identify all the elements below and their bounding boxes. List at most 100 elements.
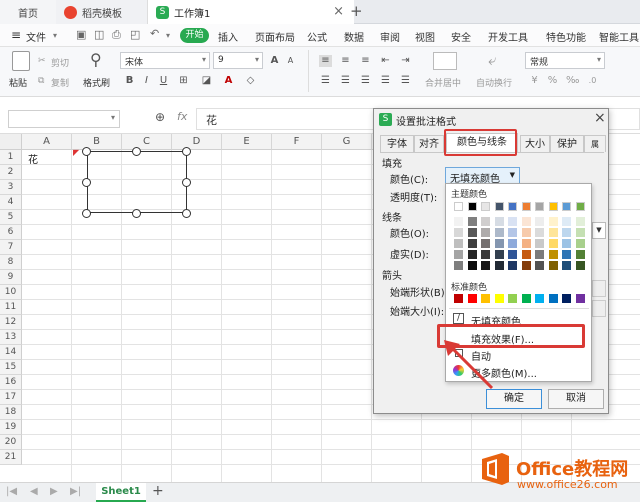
- column-header-f[interactable]: F: [272, 134, 322, 150]
- align-middle-icon[interactable]: ≡: [339, 55, 352, 67]
- tab-protection[interactable]: 保护: [550, 135, 584, 152]
- theme-shade-swatch[interactable]: [454, 228, 463, 237]
- theme-shade-swatch[interactable]: [548, 261, 558, 270]
- export-icon[interactable]: ◫: [94, 28, 104, 41]
- theme-shade-swatch[interactable]: [575, 250, 585, 259]
- row-header-11[interactable]: 11: [0, 300, 22, 315]
- row-header-3[interactable]: 3: [0, 180, 22, 195]
- font-size-select[interactable]: 9 ▾: [213, 52, 263, 69]
- font-grow-icon[interactable]: A: [268, 55, 281, 67]
- bold-icon[interactable]: B: [123, 75, 136, 87]
- row-header-13[interactable]: 13: [0, 330, 22, 345]
- new-tab-button[interactable]: +: [350, 2, 363, 20]
- menu-developer-tools[interactable]: 开发工具: [488, 29, 528, 44]
- row-header-20[interactable]: 20: [0, 435, 22, 450]
- theme-shade-swatch[interactable]: [481, 217, 490, 226]
- format-painter-icon[interactable]: ⚲: [90, 50, 102, 69]
- add-sheet-button[interactable]: +: [152, 483, 164, 499]
- theme-shade-swatch[interactable]: [508, 239, 517, 248]
- standard-color-swatch[interactable]: [467, 294, 477, 303]
- row-header-18[interactable]: 18: [0, 405, 22, 420]
- theme-shade-swatch[interactable]: [481, 228, 490, 237]
- align-top-icon[interactable]: ≡: [319, 55, 332, 67]
- tab-size[interactable]: 大小: [520, 135, 550, 152]
- select-all-corner[interactable]: [0, 134, 22, 150]
- dialog-close-icon[interactable]: ×: [594, 110, 606, 126]
- tab-home[interactable]: 首页: [0, 0, 56, 24]
- format-painter-label[interactable]: 格式刷: [83, 76, 110, 89]
- standard-color-swatch[interactable]: [575, 294, 585, 303]
- standard-color-swatch[interactable]: [494, 294, 504, 303]
- theme-shade-swatch[interactable]: [467, 261, 477, 270]
- standard-color-swatch[interactable]: [454, 294, 463, 303]
- theme-shade-swatch[interactable]: [535, 217, 544, 226]
- theme-shade-swatch[interactable]: [454, 261, 463, 270]
- border-icon[interactable]: ⊞: [177, 75, 190, 87]
- font-name-select[interactable]: 宋体 ▾: [120, 52, 210, 69]
- column-header-a[interactable]: A: [22, 134, 72, 150]
- theme-shade-swatch[interactable]: [521, 228, 531, 237]
- zoom-icon[interactable]: ⊕: [155, 110, 165, 124]
- row-header-16[interactable]: 16: [0, 375, 22, 390]
- theme-shade-swatch[interactable]: [575, 217, 585, 226]
- theme-shade-swatch[interactable]: [481, 239, 490, 248]
- row-header-9[interactable]: 9: [0, 270, 22, 285]
- theme-shade-swatch[interactable]: [548, 228, 558, 237]
- eraser-icon[interactable]: ◇: [244, 75, 257, 87]
- theme-shade-swatch[interactable]: [521, 239, 531, 248]
- theme-shade-swatch[interactable]: [562, 217, 571, 226]
- begin-size-select[interactable]: [592, 300, 606, 317]
- standard-color-swatch[interactable]: [481, 294, 490, 303]
- cell-a1[interactable]: 花: [28, 151, 38, 166]
- tab-alignment[interactable]: 对齐: [414, 135, 444, 152]
- row-header-7[interactable]: 7: [0, 240, 22, 255]
- indent-decrease-icon[interactable]: ⇤: [379, 55, 392, 67]
- align-left-icon[interactable]: ☰: [319, 75, 332, 87]
- cut-icon[interactable]: ✂: [38, 56, 46, 66]
- column-header-b[interactable]: B: [72, 134, 122, 150]
- tab-template[interactable]: 稻壳模板: [56, 0, 148, 24]
- theme-color-swatch[interactable]: [575, 202, 585, 211]
- theme-shade-swatch[interactable]: [467, 239, 477, 248]
- standard-color-swatch[interactable]: [508, 294, 517, 303]
- menu-smart-tools[interactable]: 智能工具: [599, 29, 639, 44]
- theme-shade-swatch[interactable]: [575, 239, 585, 248]
- row-header-15[interactable]: 15: [0, 360, 22, 375]
- theme-color-swatch[interactable]: [494, 202, 504, 211]
- resize-handle-icon[interactable]: [182, 209, 191, 218]
- theme-shade-swatch[interactable]: [575, 228, 585, 237]
- row-header-17[interactable]: 17: [0, 390, 22, 405]
- column-header-e[interactable]: E: [222, 134, 272, 150]
- number-format-select[interactable]: 常规 ▾: [525, 52, 605, 69]
- menu-special-features[interactable]: 特色功能: [546, 29, 586, 44]
- row-header-14[interactable]: 14: [0, 345, 22, 360]
- theme-shade-swatch[interactable]: [548, 250, 558, 259]
- undo-icon[interactable]: ↶: [150, 27, 159, 40]
- theme-color-swatch[interactable]: [454, 202, 463, 211]
- theme-color-swatch[interactable]: [562, 202, 571, 211]
- resize-handle-icon[interactable]: [182, 147, 191, 156]
- theme-color-swatch[interactable]: [481, 202, 490, 211]
- theme-shade-swatch[interactable]: [508, 261, 517, 270]
- theme-color-swatch[interactable]: [467, 202, 477, 211]
- theme-color-swatch[interactable]: [548, 202, 558, 211]
- theme-shade-swatch[interactable]: [494, 261, 504, 270]
- sheet-tab-sheet1[interactable]: Sheet1: [96, 483, 146, 502]
- underline-icon[interactable]: U: [157, 75, 170, 87]
- theme-shade-swatch[interactable]: [494, 228, 504, 237]
- theme-shade-swatch[interactable]: [562, 250, 571, 259]
- line-color-select[interactable]: ▼: [592, 222, 606, 239]
- menu-data[interactable]: 数据: [344, 29, 364, 44]
- theme-shade-swatch[interactable]: [454, 239, 463, 248]
- undo-dropdown-icon[interactable]: ▾: [166, 31, 170, 40]
- resize-handle-icon[interactable]: [182, 178, 191, 187]
- theme-shade-swatch[interactable]: [508, 228, 517, 237]
- theme-shade-swatch[interactable]: [481, 261, 490, 270]
- resize-handle-icon[interactable]: [82, 147, 91, 156]
- theme-shade-swatch[interactable]: [535, 228, 544, 237]
- function-icon[interactable]: fx: [177, 110, 187, 123]
- menu-insert[interactable]: 插入: [218, 29, 238, 44]
- theme-shade-swatch[interactable]: [562, 228, 571, 237]
- theme-shade-swatch[interactable]: [494, 239, 504, 248]
- row-header-6[interactable]: 6: [0, 225, 22, 240]
